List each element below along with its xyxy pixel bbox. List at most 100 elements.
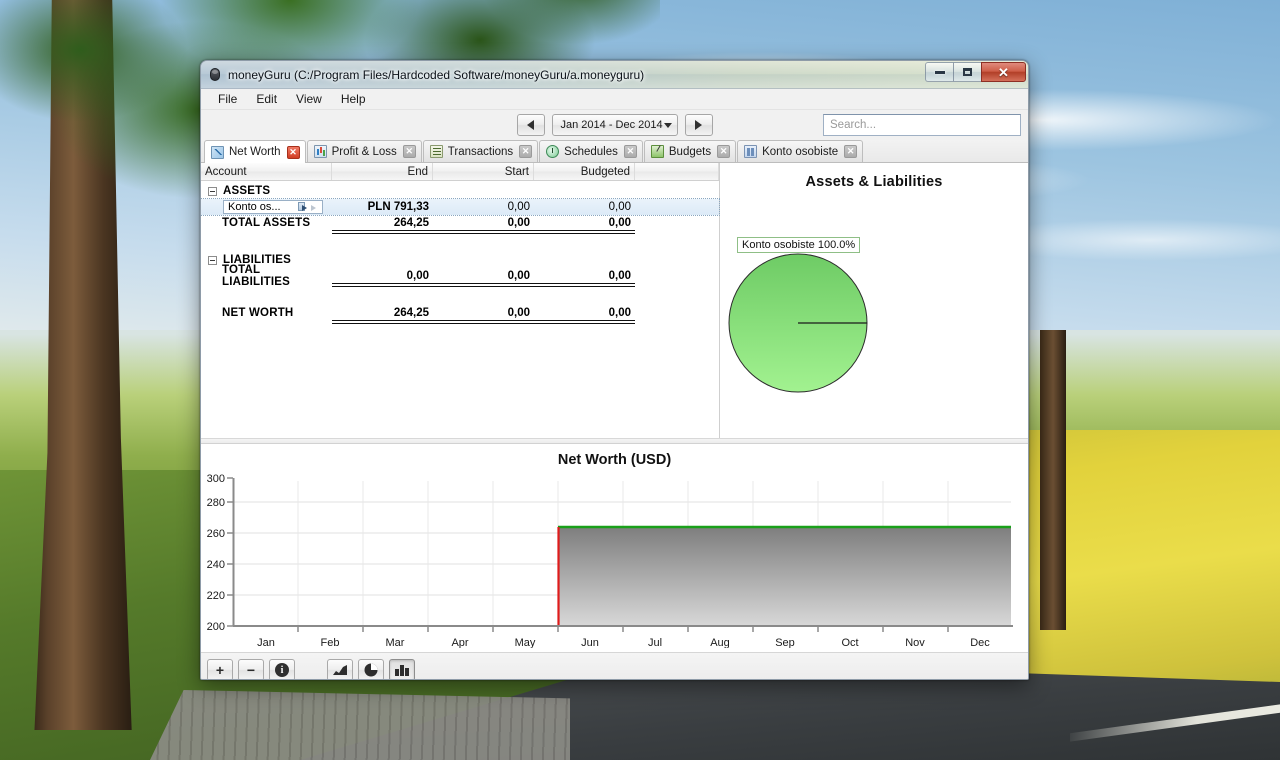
end-cell: 264,25	[393, 307, 429, 319]
x-tick-label: Mar	[386, 637, 405, 648]
maximize-icon	[963, 68, 972, 76]
budgeted-cell	[534, 252, 635, 268]
chevron-down-icon	[663, 122, 672, 128]
tab-close-button[interactable]: ✕	[844, 145, 858, 158]
tab-close-button[interactable]: ✕	[519, 145, 533, 158]
chevron-right-icon	[695, 120, 702, 130]
table-header: Account End Start Budgeted	[201, 163, 719, 181]
menu-bar: File Edit View Help	[201, 89, 1028, 110]
tab-profit-loss[interactable]: Profit & Loss ✕	[306, 140, 422, 162]
x-tick-label: May	[515, 637, 536, 648]
tab-close-button[interactable]: ✕	[717, 145, 731, 158]
account-cell[interactable]: Konto os...	[201, 199, 332, 215]
remove-account-button[interactable]: −	[238, 659, 264, 679]
svg-text:240: 240	[207, 559, 225, 571]
menu-item-help[interactable]: Help	[332, 90, 375, 108]
x-tick-label: Aug	[710, 637, 730, 648]
area-chart-icon	[332, 665, 347, 675]
minus-icon: −	[246, 662, 256, 678]
previous-period-button[interactable]	[516, 114, 545, 136]
filler-cell	[635, 183, 719, 199]
tab-label: Schedules	[564, 145, 618, 158]
tab-schedules[interactable]: Schedules ✕	[539, 140, 643, 162]
column-header-start[interactable]: Start	[433, 163, 534, 180]
x-tick-label: Sep	[775, 637, 795, 648]
net-worth-graph-svg: 200 220 240 260 280 300 Jan Feb Mar Apr …	[207, 473, 1013, 648]
end-cell	[332, 252, 433, 268]
area-graph-button[interactable]	[327, 659, 353, 679]
date-range-label: Jan 2014 - Dec 2014	[560, 119, 663, 131]
tab-close-button[interactable]: ✕	[402, 145, 416, 158]
budgets-icon	[650, 145, 664, 158]
start-cell	[433, 252, 534, 268]
menu-item-file[interactable]: File	[209, 90, 246, 108]
table-row[interactable]: ASSETS	[201, 183, 719, 199]
filler-cell	[635, 215, 719, 231]
date-range-selector[interactable]: Jan 2014 - Dec 2014	[551, 114, 678, 136]
networth-icon	[211, 145, 224, 159]
total-rule	[201, 230, 719, 236]
next-period-button[interactable]	[684, 114, 713, 136]
column-header-budgeted[interactable]: Budgeted	[534, 163, 635, 180]
x-tick-label: Jun	[581, 637, 599, 648]
tab-label: Konto osobiste	[762, 145, 839, 158]
content-area: Account End Start Budgeted ASSETS Konto …	[201, 163, 1028, 438]
accounts-pane: Account End Start Budgeted ASSETS Konto …	[201, 163, 720, 438]
svg-text:200: 200	[207, 621, 225, 633]
start-cell	[433, 183, 534, 199]
close-button[interactable]: ✕	[981, 62, 1026, 82]
tab-close-button[interactable]: ✕	[286, 145, 300, 159]
tab-label: Net Worth	[229, 146, 281, 158]
search-input[interactable]: Search...	[823, 114, 1021, 136]
assets-liabilities-chart: Assets & Liabilities Konto osobiste 100.…	[720, 163, 1028, 438]
x-tick-label: Jul	[648, 637, 662, 648]
table-row[interactable]: TOTAL LIABILITIES 0,00 0,00 0,00	[201, 264, 719, 288]
moneyguru-window: moneyGuru (C:/Program Files/Hardcoded So…	[200, 60, 1029, 680]
columns-button[interactable]	[389, 659, 415, 679]
svg-text:220: 220	[207, 590, 225, 602]
close-icon: ✕	[998, 64, 1009, 80]
open-account-icon[interactable]	[298, 202, 309, 212]
budgeted-cell: 0,00	[608, 270, 631, 282]
account-name: ASSETS	[223, 185, 271, 197]
budgeted-cell: 0,00	[608, 307, 631, 319]
collapse-toggle-icon[interactable]	[208, 186, 217, 196]
add-account-button[interactable]: +	[207, 659, 233, 679]
tab-transactions[interactable]: Transactions ✕	[422, 140, 539, 162]
x-tick-label: Jan	[257, 637, 275, 648]
account-cell: NET WORTH	[222, 307, 294, 319]
pie-slice-label: Konto osobiste 100.0%	[737, 237, 861, 253]
menu-item-edit[interactable]: Edit	[247, 90, 286, 108]
spacer-row	[201, 289, 719, 305]
x-tick-label: Nov	[905, 637, 925, 648]
table-row[interactable]: NET WORTH 264,25 0,00 0,00	[201, 305, 719, 321]
svg-text:300: 300	[207, 473, 225, 485]
tab-budgets[interactable]: Budgets ✕	[643, 140, 737, 162]
account-info-button[interactable]: i	[269, 659, 295, 679]
transactions-icon	[429, 145, 443, 158]
tab-konto-osobiste[interactable]: Konto osobiste ✕	[737, 140, 864, 162]
group-cell: ASSETS	[201, 183, 332, 199]
minimize-button[interactable]	[925, 62, 954, 82]
budgeted-cell: 0,00	[608, 201, 631, 213]
pie-chart-icon	[364, 663, 378, 677]
table-row[interactable]: Konto os... PLN 791,33 0,00 0,00	[201, 198, 720, 216]
column-header-account[interactable]: Account	[201, 163, 332, 180]
schedules-icon	[546, 145, 560, 158]
table-row[interactable]: TOTAL ASSETS 264,25 0,00 0,00	[201, 215, 719, 231]
maximize-button[interactable]	[953, 62, 982, 82]
column-header-end[interactable]: End	[332, 163, 433, 180]
pie-chart-button[interactable]	[358, 659, 384, 679]
plus-icon: +	[215, 662, 225, 678]
x-tick-label: Apr	[451, 637, 468, 648]
total-rule	[201, 283, 719, 289]
account-name-input[interactable]: Konto os...	[223, 200, 323, 214]
x-tick-label: Dec	[970, 637, 990, 648]
tab-label: Profit & Loss	[331, 145, 397, 158]
menu-item-view[interactable]: View	[287, 90, 331, 108]
net-worth-graph: Net Worth (USD) 200 220 240 260 280 300 …	[201, 444, 1028, 652]
tab-net-worth[interactable]: Net Worth ✕	[204, 140, 306, 163]
collapse-toggle-icon[interactable]	[208, 255, 217, 265]
tab-close-button[interactable]: ✕	[623, 145, 637, 158]
start-cell: 0,00	[507, 307, 530, 319]
